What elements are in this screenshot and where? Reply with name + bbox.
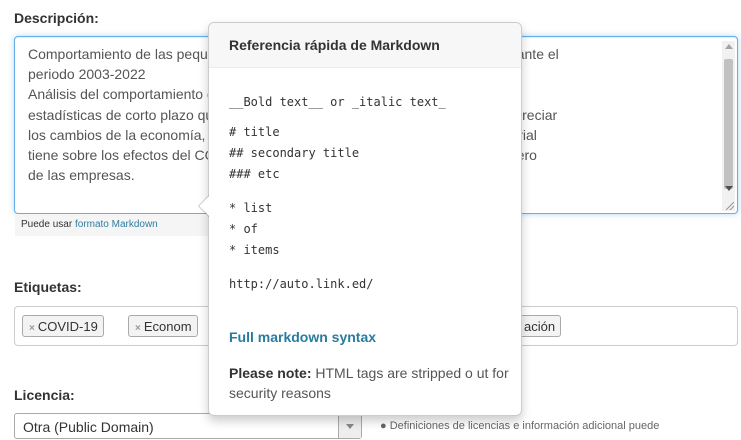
popover-note: Please note: HTML tags are stripped o ut… bbox=[229, 363, 513, 403]
tag-label: COVID-19 bbox=[37, 319, 98, 334]
md-list1: * list bbox=[229, 201, 273, 215]
remove-tag-icon[interactable]: × bbox=[29, 318, 35, 340]
tag-label: Econom bbox=[143, 319, 192, 334]
textarea-scrollbar[interactable] bbox=[722, 41, 735, 211]
tag-chip: × Econom bbox=[128, 315, 198, 337]
popover-title: Referencia rápida de Markdown bbox=[209, 23, 521, 68]
md-autolink: http://auto.link.ed/ bbox=[229, 277, 374, 291]
md-h3: ### etc bbox=[229, 167, 280, 181]
md-h1: # title bbox=[229, 125, 280, 139]
license-selected: Otra (Public Domain) bbox=[23, 419, 154, 435]
description-label: Descripción: bbox=[14, 10, 99, 26]
markdown-help-bar: Puede usar formato Markdown bbox=[15, 214, 221, 236]
md-list2: * of bbox=[229, 222, 258, 236]
note-bold: Please note: bbox=[229, 365, 312, 381]
md-bold-italic: __Bold text__ or _italic text_ bbox=[229, 95, 446, 109]
tag-chip: × COVID-19 bbox=[22, 315, 104, 337]
md-h2: ## secondary title bbox=[229, 146, 360, 160]
md-list3: * items bbox=[229, 243, 280, 257]
full-markdown-syntax-link[interactable]: Full markdown syntax bbox=[229, 329, 376, 345]
popover-arrow-inner bbox=[199, 196, 209, 216]
markdown-popover: Referencia rápida de Markdown __Bold tex… bbox=[198, 22, 522, 416]
markdown-format-link[interactable]: formato Markdown bbox=[75, 219, 158, 230]
scroll-thumb[interactable] bbox=[724, 59, 733, 189]
scroll-up-icon[interactable] bbox=[725, 44, 733, 49]
scroll-down-icon[interactable] bbox=[725, 186, 733, 191]
help-text: Puede usar bbox=[21, 219, 75, 230]
license-note-text: Definiciones de licencias e información … bbox=[389, 420, 660, 432]
remove-tag-icon[interactable]: × bbox=[135, 318, 141, 340]
license-label: Licencia: bbox=[14, 387, 75, 403]
resize-grip-icon[interactable] bbox=[726, 202, 734, 210]
license-note: ● Definiciones de licencias e informació… bbox=[380, 420, 660, 432]
tags-label: Etiquetas: bbox=[14, 279, 82, 295]
license-select[interactable]: Otra (Public Domain) bbox=[14, 413, 362, 439]
chevron-down-icon[interactable] bbox=[338, 414, 361, 438]
tag-label: ación bbox=[524, 319, 556, 334]
